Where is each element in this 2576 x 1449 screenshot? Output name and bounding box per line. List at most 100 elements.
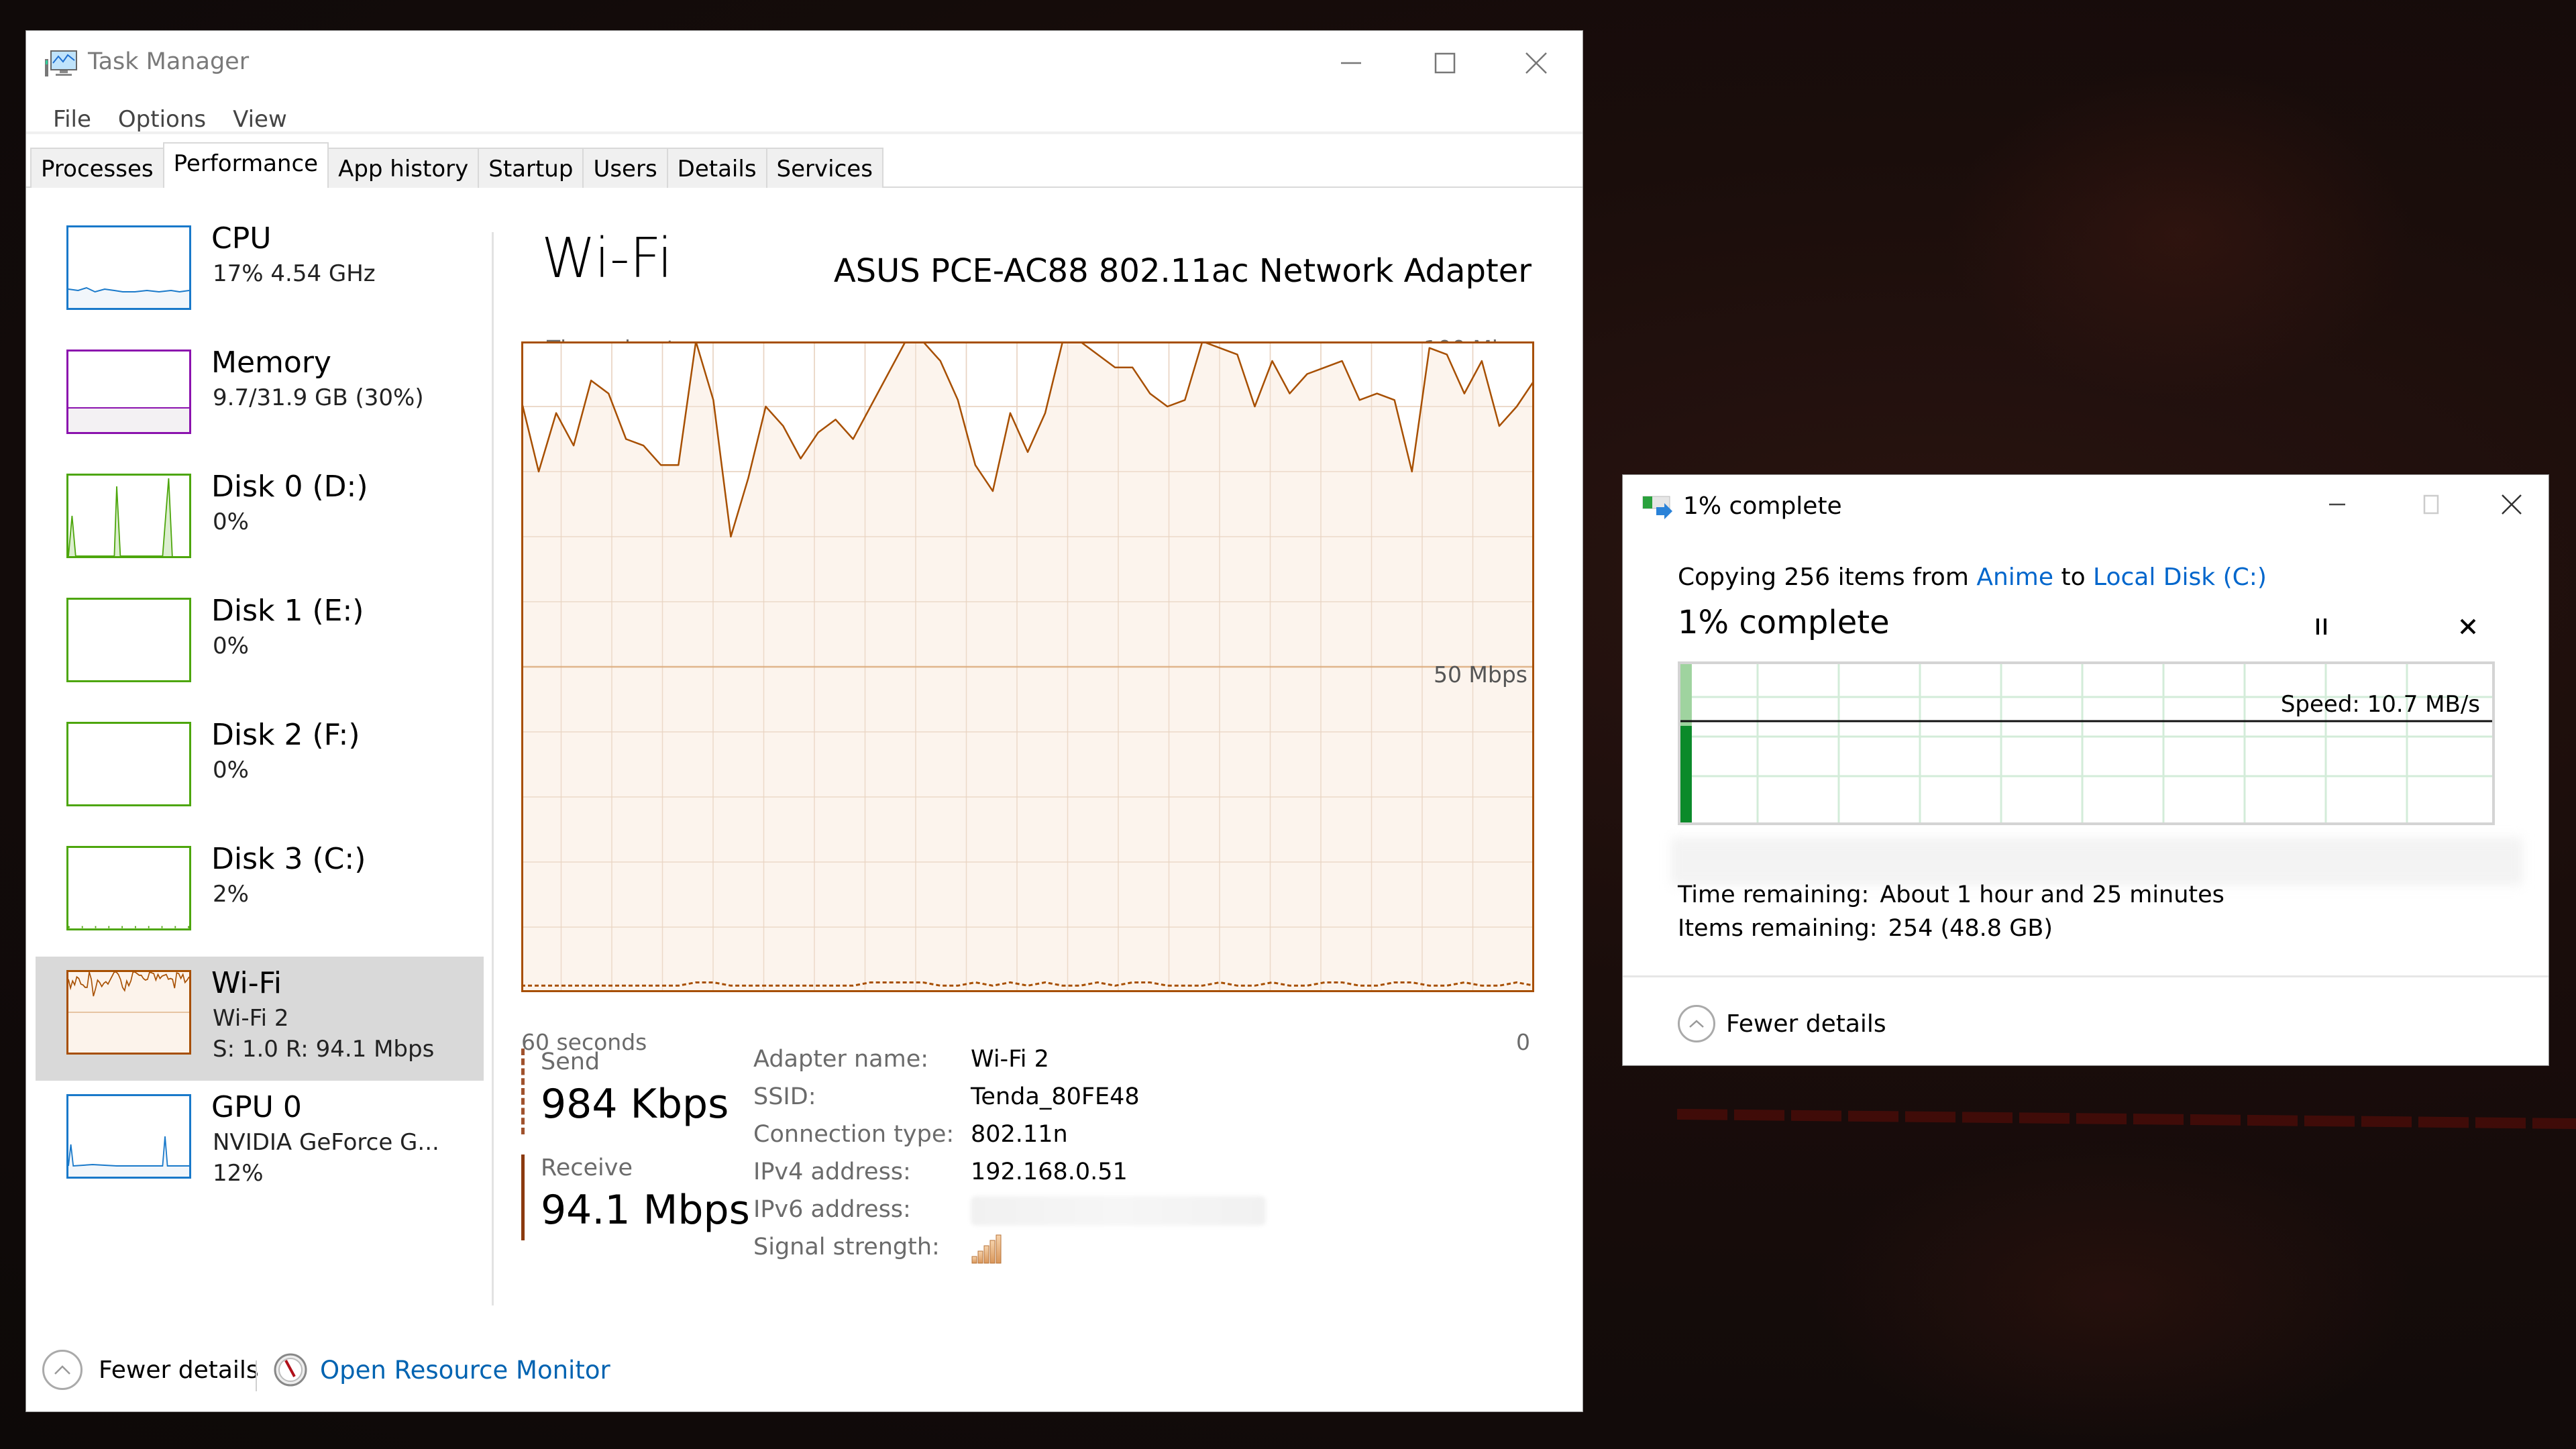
minimize-button[interactable] <box>1307 43 1395 83</box>
disk-2-thumbnail-graph <box>66 722 191 806</box>
throughput-chart <box>521 341 1534 992</box>
memory-thumbnail-graph <box>66 350 191 434</box>
task-manager-window: Task Manager File Options View Processes… <box>25 30 1583 1412</box>
graph-background <box>1680 664 2492 822</box>
prop-key: IPv6 address: <box>753 1196 911 1223</box>
prop-key: Adapter name: <box>753 1046 929 1073</box>
dialog-minimize-button[interactable] <box>2294 484 2381 525</box>
sidebar-item-disk-2[interactable]: Disk 2 (F:) 0% <box>36 708 484 833</box>
sidebar-item-name: GPU 0 <box>211 1090 302 1124</box>
copy-description: Copying 256 items from Anime to Local Di… <box>1678 564 2267 591</box>
sidebar-item-disk-3[interactable]: Disk 3 (C:) 2% <box>36 833 484 957</box>
sidebar-item-name: CPU <box>211 221 272 256</box>
prop-adapter-name: Adapter name: Wi-Fi 2 <box>753 1046 1266 1083</box>
file-copy-dialog: 1% complete Copying 256 items from Anime… <box>1622 474 2549 1066</box>
tab-services[interactable]: Services <box>765 148 883 188</box>
menu-divider <box>26 131 1582 134</box>
prop-connection-type: Connection type: 802.11n <box>753 1121 1266 1159</box>
prop-value: 802.11n <box>971 1121 1068 1148</box>
prop-value: Tenda_80FE48 <box>971 1083 1140 1110</box>
sidebar-item-gpu-0[interactable]: GPU 0 NVIDIA GeForce G... 12% <box>36 1081 484 1205</box>
tab-processes[interactable]: Processes <box>30 148 164 188</box>
sidebar-divider[interactable] <box>492 232 494 1305</box>
open-resource-monitor-label: Open Resource Monitor <box>320 1355 610 1385</box>
cancel-copy-button[interactable] <box>2448 606 2488 647</box>
wallpaper-glow <box>1811 1140 2415 1449</box>
dialog-fewer-details-button[interactable]: Fewer details <box>1678 1005 1886 1042</box>
maximize-icon <box>1434 52 1456 74</box>
sidebar-item-detail: 12% <box>213 1160 264 1187</box>
maximize-button[interactable] <box>1401 43 1489 83</box>
sidebar-item-cpu[interactable]: CPU 17% 4.54 GHz <box>36 212 484 336</box>
tab-users[interactable]: Users <box>582 148 668 188</box>
send-stat: Send 984 Kbps <box>521 1049 729 1134</box>
sidebar-item-detail: NVIDIA GeForce G... <box>213 1129 439 1156</box>
destination-folder-link[interactable]: Local Disk (C:) <box>2093 564 2267 591</box>
close-icon <box>1525 52 1547 74</box>
title-bar[interactable]: Task Manager <box>26 31 1582 95</box>
sidebar-item-detail: S: 1.0 R: 94.1 Mbps <box>213 1036 435 1063</box>
prop-key: Signal strength: <box>753 1234 940 1260</box>
time-remaining-label: Time remaining: <box>1678 881 1870 908</box>
sidebar-item-detail: 17% 4.54 GHz <box>213 260 376 287</box>
task-manager-app-icon <box>45 50 77 76</box>
prop-key: IPv4 address: <box>753 1159 911 1185</box>
prop-ipv4: IPv4 address: 192.168.0.51 <box>753 1159 1266 1196</box>
footer-divider <box>256 1360 257 1391</box>
dialog-divider <box>1623 975 2548 977</box>
dialog-close-button[interactable] <box>2468 484 2555 525</box>
ipv6-redacted-value <box>971 1196 1266 1226</box>
source-folder-link[interactable]: Anime <box>1976 564 2053 591</box>
sidebar-item-memory[interactable]: Memory 9.7/31.9 GB (30%) <box>36 336 484 460</box>
sidebar-item-detail: 0% <box>213 757 249 784</box>
pause-icon <box>2316 619 2326 635</box>
window-title: Task Manager <box>88 48 250 75</box>
chart-zero-label: 0 <box>1516 1029 1530 1055</box>
send-label: Send <box>541 1049 600 1075</box>
file-copy-icon <box>1642 496 1672 519</box>
progress-percent-text: 1% complete <box>1678 604 1890 641</box>
disk-3-thumbnail-graph <box>66 846 191 930</box>
sidebar-item-disk-1[interactable]: Disk 1 (E:) 0% <box>36 584 484 708</box>
dialog-maximize-button[interactable] <box>2387 484 2475 525</box>
sidebar-item-name: Disk 3 (C:) <box>211 842 366 876</box>
prop-ssid: SSID: Tenda_80FE48 <box>753 1083 1266 1121</box>
chevron-up-icon <box>1678 1005 1715 1042</box>
pause-button[interactable] <box>2302 606 2342 647</box>
sidebar-item-disk-0[interactable]: Disk 0 (D:) 0% <box>36 460 484 584</box>
fewer-details-button[interactable]: Fewer details <box>42 1350 259 1390</box>
send-value: 984 Kbps <box>541 1081 729 1128</box>
sidebar-item-name: Disk 2 (F:) <box>211 718 360 752</box>
copy-speed-label: Speed: 10.7 MB/s <box>2280 691 2480 718</box>
sidebar-item-detail: Wi-Fi 2 <box>213 1005 289 1032</box>
tab-bar: Processes Performance App history Startu… <box>30 142 883 188</box>
prop-key: SSID: <box>753 1083 816 1110</box>
prop-value: 192.168.0.51 <box>971 1159 1128 1185</box>
close-button[interactable] <box>1493 43 1580 83</box>
prop-ipv6: IPv6 address: <box>753 1196 1266 1234</box>
menu-options[interactable]: Options <box>105 97 219 137</box>
fewer-details-label: Fewer details <box>99 1356 259 1384</box>
maximize-icon <box>2423 494 2439 515</box>
menu-view[interactable]: View <box>219 97 301 137</box>
items-remaining-label: Items remaining: <box>1678 915 1878 942</box>
tab-app-history[interactable]: App history <box>327 148 480 188</box>
dialog-title: 1% complete <box>1683 492 1842 520</box>
time-remaining-value: About 1 hour and 25 minutes <box>1880 881 2224 908</box>
signal-strength-icon <box>971 1234 1002 1264</box>
progress-speed-fill <box>1680 726 1692 822</box>
prop-key: Connection type: <box>753 1121 955 1148</box>
tab-startup[interactable]: Startup <box>478 148 584 188</box>
open-resource-monitor-link[interactable]: Open Resource Monitor <box>273 1352 610 1387</box>
prop-signal-strength: Signal strength: <box>753 1234 1266 1271</box>
chart-mid-label: 50 Mbps <box>1433 661 1527 688</box>
gpu-0-thumbnail-graph <box>66 1094 191 1179</box>
redacted-file-name <box>1671 837 2523 885</box>
tab-details[interactable]: Details <box>666 148 767 188</box>
sidebar-item-name: Disk 0 (D:) <box>211 470 368 504</box>
resource-monitor-icon <box>274 1353 307 1387</box>
tab-performance[interactable]: Performance <box>162 142 329 188</box>
menu-file[interactable]: File <box>40 97 105 137</box>
sidebar-item-detail: 2% <box>213 881 249 908</box>
sidebar-item-wifi[interactable]: Wi-Fi Wi-Fi 2 S: 1.0 R: 94.1 Mbps <box>36 957 484 1081</box>
